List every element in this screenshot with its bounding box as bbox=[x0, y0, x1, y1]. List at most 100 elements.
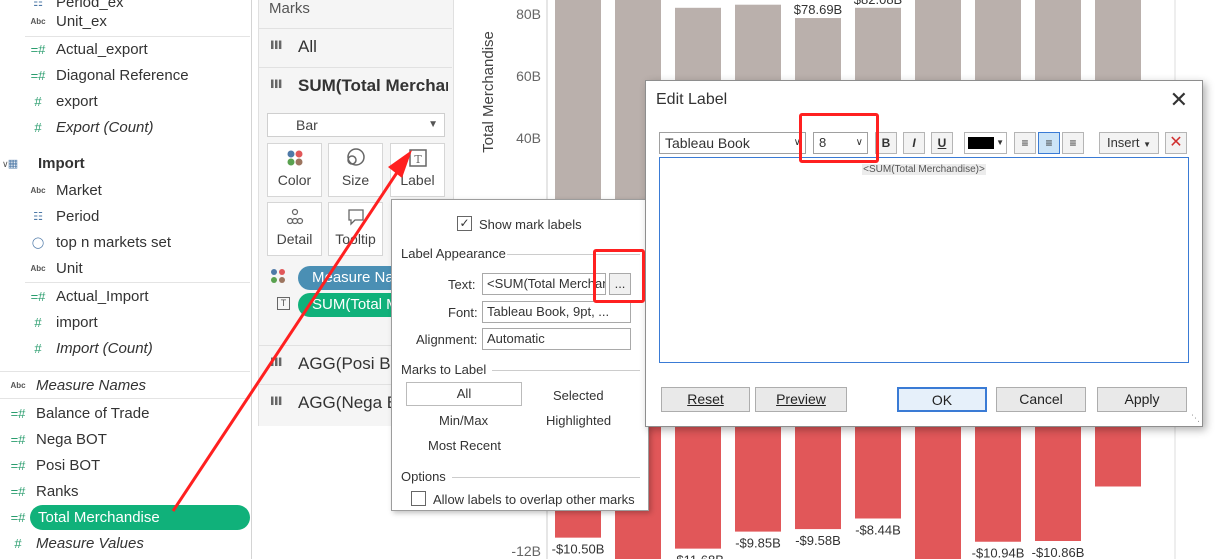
field-label: Posi BOT bbox=[36, 457, 101, 474]
measure-calc-icon: =# bbox=[10, 406, 26, 421]
field-import[interactable]: # import bbox=[0, 310, 250, 336]
annotation-box-text-edit bbox=[593, 249, 645, 303]
reset-label: Reset bbox=[687, 391, 724, 407]
alignment-dropdown[interactable]: Automatic bbox=[482, 328, 631, 350]
align-right-icon[interactable]: ≡ bbox=[1062, 132, 1084, 154]
color-label: Color bbox=[277, 172, 312, 188]
alignment-label: Alignment: bbox=[416, 332, 478, 347]
size-button[interactable]: Size bbox=[328, 143, 383, 197]
marks-row-0[interactable]: ▌▌▌ All bbox=[258, 28, 452, 66]
tooltip-button[interactable]: Tooltip bbox=[328, 202, 383, 256]
underline-button[interactable]: U bbox=[931, 132, 953, 154]
field-market[interactable]: Abc Market bbox=[0, 178, 250, 204]
field-label: Period bbox=[56, 208, 100, 225]
label-label: Label bbox=[400, 172, 435, 188]
text-label: Text: bbox=[448, 277, 476, 292]
option-selected[interactable]: Selected bbox=[553, 388, 604, 403]
marks-row-label: All bbox=[298, 37, 317, 56]
field-diagonal-reference[interactable]: =# Diagonal Reference bbox=[0, 63, 250, 89]
option-min-max[interactable]: Min/Max bbox=[439, 413, 488, 428]
field-balance-of-trade[interactable]: =# Balance of Trade bbox=[0, 401, 250, 427]
cancel-button[interactable]: Cancel bbox=[996, 387, 1086, 412]
field-label: Balance of Trade bbox=[36, 405, 150, 422]
reset-button[interactable]: Reset bbox=[661, 387, 750, 412]
field-export[interactable]: # export bbox=[0, 89, 250, 115]
negative-bar bbox=[795, 420, 841, 530]
ok-button[interactable]: OK bbox=[897, 387, 987, 412]
dialog-title: Edit Label bbox=[656, 91, 728, 108]
field-label: Nega BOT bbox=[36, 431, 107, 448]
measure-icon: # bbox=[14, 536, 22, 551]
bar-chart-icon: ▌▌▌ bbox=[271, 398, 284, 405]
insert-button[interactable]: Insert ▼ bbox=[1099, 132, 1159, 154]
divider bbox=[0, 371, 250, 372]
options-heading: Options bbox=[401, 469, 446, 484]
y-axis-title: Total Merchandise bbox=[480, 31, 497, 153]
field-posi-bot[interactable]: =# Posi BOT bbox=[0, 453, 250, 479]
field-label: Actual_Import bbox=[56, 288, 149, 305]
mark-type-dropdown[interactable]: Bar ▼ bbox=[267, 113, 445, 137]
field-ranks[interactable]: =# Ranks bbox=[0, 479, 250, 505]
font-name-dropdown[interactable]: Tableau Book ∨ bbox=[659, 132, 806, 154]
option-most-recent[interactable]: Most Recent bbox=[428, 438, 501, 453]
field-top-n-markets-set[interactable]: ◯ top n markets set bbox=[0, 230, 250, 256]
option-all[interactable]: All bbox=[406, 382, 522, 406]
text-field[interactable]: <SUM(Total Merchandise)> bbox=[482, 273, 606, 295]
field-unit-ex[interactable]: Abc Unit_ex bbox=[0, 9, 250, 35]
bar-chart-icon: ▌▌▌ bbox=[271, 359, 284, 366]
font-name-value: Tableau Book bbox=[665, 135, 750, 151]
negative-bar bbox=[855, 420, 901, 519]
show-mark-labels-text: Show mark labels bbox=[479, 217, 582, 232]
negative-bar bbox=[975, 420, 1021, 542]
font-dropdown[interactable]: Tableau Book, 9pt, ... bbox=[482, 301, 631, 323]
show-mark-labels-checkbox[interactable]: ✓ bbox=[457, 216, 472, 231]
field-actual-import[interactable]: =# Actual_Import bbox=[0, 284, 250, 310]
field-import-count[interactable]: # Import (Count) bbox=[0, 336, 250, 362]
preview-button[interactable]: Preview bbox=[755, 387, 847, 412]
marks-row-1[interactable]: ▌▌▌ SUM(Total Merchandise) bbox=[258, 67, 452, 105]
italic-button[interactable]: I bbox=[903, 132, 925, 154]
field-period[interactable]: ☷ Period bbox=[0, 204, 250, 230]
field-measure-names[interactable]: Abc Measure Names bbox=[0, 373, 250, 399]
font-value: Tableau Book, 9pt, ... bbox=[487, 304, 610, 319]
field-actual-export[interactable]: =# Actual_export bbox=[0, 37, 250, 63]
label-button[interactable]: T Label bbox=[390, 143, 445, 197]
alignment-value: Automatic bbox=[487, 331, 545, 346]
field-label: Import (Count) bbox=[56, 340, 153, 357]
svg-text:T: T bbox=[414, 153, 422, 166]
resize-grip-icon[interactable]: ⋱ bbox=[1191, 413, 1200, 424]
text-color-picker[interactable]: ▼ bbox=[964, 132, 1007, 154]
align-center-icon[interactable]: ≡ bbox=[1038, 132, 1060, 154]
option-highlighted[interactable]: Highlighted bbox=[546, 413, 611, 428]
table-import[interactable]: ▦ Import ∨ bbox=[0, 151, 250, 177]
field-label: Export (Count) bbox=[56, 119, 154, 136]
allow-overlap-text: Allow labels to overlap other marks bbox=[433, 492, 635, 507]
align-left-icon[interactable]: ≡ bbox=[1014, 132, 1036, 154]
tooltip-icon bbox=[329, 203, 382, 231]
allow-overlap-checkbox[interactable] bbox=[411, 491, 426, 506]
clear-icon[interactable]: ✕ bbox=[1165, 132, 1187, 154]
marks-row-label: SUM(Total Merchandise) bbox=[298, 76, 448, 95]
marks-title: Marks bbox=[269, 0, 310, 17]
measure-icon: # bbox=[34, 341, 42, 356]
bar-data-label: -$10.50B bbox=[552, 542, 605, 557]
detail-label: Detail bbox=[276, 231, 313, 247]
bar-data-label: -$10.86B bbox=[1032, 545, 1085, 559]
edit-label-dialog: Edit Label ✕ Tableau Book ∨ 8 ∨ B I U ▼ … bbox=[645, 80, 1203, 427]
chevron-down-icon[interactable]: ∨ bbox=[2, 151, 9, 177]
color-dots-icon bbox=[268, 144, 321, 172]
measure-icon: # bbox=[34, 94, 42, 109]
field-total-merchandise[interactable]: =# Total Merchandise bbox=[0, 505, 250, 531]
field-measure-values[interactable]: # Measure Values bbox=[0, 531, 250, 557]
field-export-count[interactable]: # Export (Count) bbox=[0, 115, 250, 141]
field-nega-bot[interactable]: =# Nega BOT bbox=[0, 427, 250, 453]
field-unit[interactable]: Abc Unit bbox=[0, 256, 250, 282]
color-button[interactable]: Color bbox=[267, 143, 322, 197]
measure-calc-icon: =# bbox=[30, 42, 46, 57]
close-icon[interactable]: ✕ bbox=[1170, 87, 1188, 113]
label-editor[interactable]: <SUM(Total Merchandise)> bbox=[659, 157, 1189, 363]
field-label: Unit_ex bbox=[56, 13, 107, 30]
detail-button[interactable]: Detail bbox=[267, 202, 322, 256]
abc-icon: Abc bbox=[30, 264, 46, 273]
apply-button[interactable]: Apply bbox=[1097, 387, 1187, 412]
